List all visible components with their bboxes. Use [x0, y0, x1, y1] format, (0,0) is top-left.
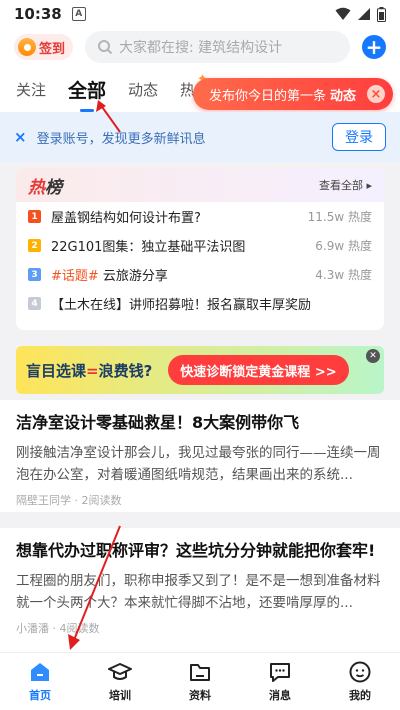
close-icon[interactable]: × — [14, 128, 27, 146]
nav-profile[interactable]: 我的 — [320, 653, 400, 710]
folder-icon — [190, 664, 210, 681]
hot-list-header: 热榜 查看全部 ▸ — [16, 168, 384, 202]
signin-label: 签到 — [39, 41, 66, 57]
tab-follow[interactable]: 关注 — [16, 79, 46, 100]
top-header: 签到 大家都在搜: 建筑结构设计 + — [0, 28, 400, 66]
notification-badge-icon: A — [71, 7, 86, 21]
login-button[interactable]: 登录 — [332, 123, 386, 151]
hot-item-title: 屋盖钢结构如何设计布置? — [51, 211, 201, 226]
nav-label: 资料 — [189, 689, 211, 702]
nav-messages[interactable]: 消息 — [240, 653, 320, 710]
search-input[interactable]: 大家都在搜: 建筑结构设计 — [85, 31, 350, 63]
tab-all[interactable]: 全部 — [68, 76, 106, 112]
article-excerpt: 工程圈的朋友们，职称申报季又到了！是不是一想到准备材料就一个头两个大？本来就忙得… — [16, 573, 381, 611]
hot-item-heat: 6.9w 热度 — [315, 239, 372, 253]
hot-item-title: #话题# 云旅游分享 — [51, 269, 168, 284]
wifi-icon — [335, 7, 351, 20]
view-all-link[interactable]: 查看全部 ▸ — [319, 177, 372, 193]
hot-item-heat: 11.5w 热度 — [307, 210, 372, 224]
nav-label: 消息 — [269, 689, 291, 702]
rank-badge: 1 — [28, 210, 41, 223]
tab-dynamic[interactable]: 动态 — [128, 79, 158, 100]
search-placeholder: 大家都在搜: 建筑结构设计 — [119, 40, 283, 56]
hot-item-heat: 4.3w 热度 — [315, 268, 372, 282]
coin-icon — [18, 38, 36, 56]
publish-tip-close-icon[interactable]: × — [367, 85, 385, 103]
home-icon — [31, 663, 49, 681]
login-prompt-text: 登录账号，发现更多新鲜讯息 — [36, 131, 206, 147]
banner-close-icon[interactable]: ✕ — [366, 349, 380, 363]
status-time: 10:38 — [14, 5, 62, 23]
status-icons — [335, 6, 386, 22]
signal-icon — [358, 8, 370, 20]
bottom-nav: 首页 培训 资料 消息 我的 — [0, 652, 400, 710]
nav-label: 我的 — [349, 689, 371, 702]
hot-list-item[interactable]: 2 22G101图集：独立基础平法识图 6.9w 热度 — [16, 231, 384, 260]
login-prompt-bar: × 登录账号，发现更多新鲜讯息 登录 — [0, 112, 400, 162]
add-post-button[interactable]: + — [362, 35, 386, 59]
article-meta: 小潘潘 · 4阅读数 — [16, 622, 100, 635]
hot-list-card: 热榜 查看全部 ▸ 1 屋盖钢结构如何设计布置? 11.5w 热度 2 22G1… — [16, 168, 384, 330]
publish-tip-text: 发布你今日的第一条 — [209, 88, 327, 104]
message-icon — [270, 663, 290, 682]
nav-label: 首页 — [29, 689, 51, 702]
publish-tip-highlight: 动态 — [330, 88, 357, 104]
nav-materials[interactable]: 资料 — [160, 653, 240, 710]
nav-home[interactable]: 首页 — [0, 653, 80, 710]
hot-list-title: 热榜 — [28, 177, 62, 198]
article-card[interactable]: 想靠代办过职称评审？这些坑分分钟就能把你套牢! 工程圈的朋友们，职称申报季又到了… — [0, 528, 400, 652]
battery-icon — [377, 6, 386, 22]
hot-list-item[interactable]: 3 #话题# 云旅游分享 4.3w 热度 — [16, 260, 384, 289]
nav-training[interactable]: 培训 — [80, 653, 160, 710]
hot-item-title: 22G101图集：独立基础平法识图 — [51, 240, 246, 255]
hot-item-title: 【土木在线】讲师招募啦！报名赢取丰厚奖励 — [51, 298, 312, 313]
article-title: 洁净室设计零基础救星！8大案例带你飞 — [16, 413, 300, 432]
article-excerpt: 刚接触洁净室设计那会儿，我见过最夸张的同行——连续一周泡在办公室，对着暖通图纸啃… — [16, 445, 381, 483]
course-ad-banner[interactable]: 盲目选课=浪费钱? 快速诊断锁定黄金课程 >> — [16, 346, 384, 394]
banner-cta-button[interactable]: 快速诊断锁定黄金课程 >> — [168, 355, 349, 385]
banner-slogan: 盲目选课=浪费钱? — [26, 361, 153, 380]
article-title: 想靠代办过职称评审？这些坑分分钟就能把你套牢! — [16, 541, 376, 560]
hot-list-item[interactable]: 1 屋盖钢结构如何设计布置? 11.5w 热度 — [16, 202, 384, 231]
article-card[interactable]: 洁净室设计零基础救星！8大案例带你飞 刚接触洁净室设计那会儿，我见过最夸张的同行… — [0, 400, 400, 512]
profile-icon — [349, 661, 371, 683]
rank-badge: 3 — [28, 268, 41, 281]
article-meta: 隔壁王同学 · 2阅读数 — [16, 494, 122, 507]
rank-badge: 4 — [28, 297, 41, 310]
search-icon — [98, 40, 113, 55]
publish-tip[interactable]: 发布你今日的第一条 动态 × — [193, 78, 393, 110]
graduation-cap-icon — [108, 663, 132, 680]
nav-label: 培训 — [109, 689, 131, 702]
status-bar: 10:38 A — [0, 0, 400, 28]
signin-button[interactable]: 签到 — [14, 34, 74, 60]
hot-list-item[interactable]: 4 【土木在线】讲师招募啦！报名赢取丰厚奖励 — [16, 289, 384, 318]
plus-icon: + — [365, 35, 383, 59]
rank-badge: 2 — [28, 239, 41, 252]
